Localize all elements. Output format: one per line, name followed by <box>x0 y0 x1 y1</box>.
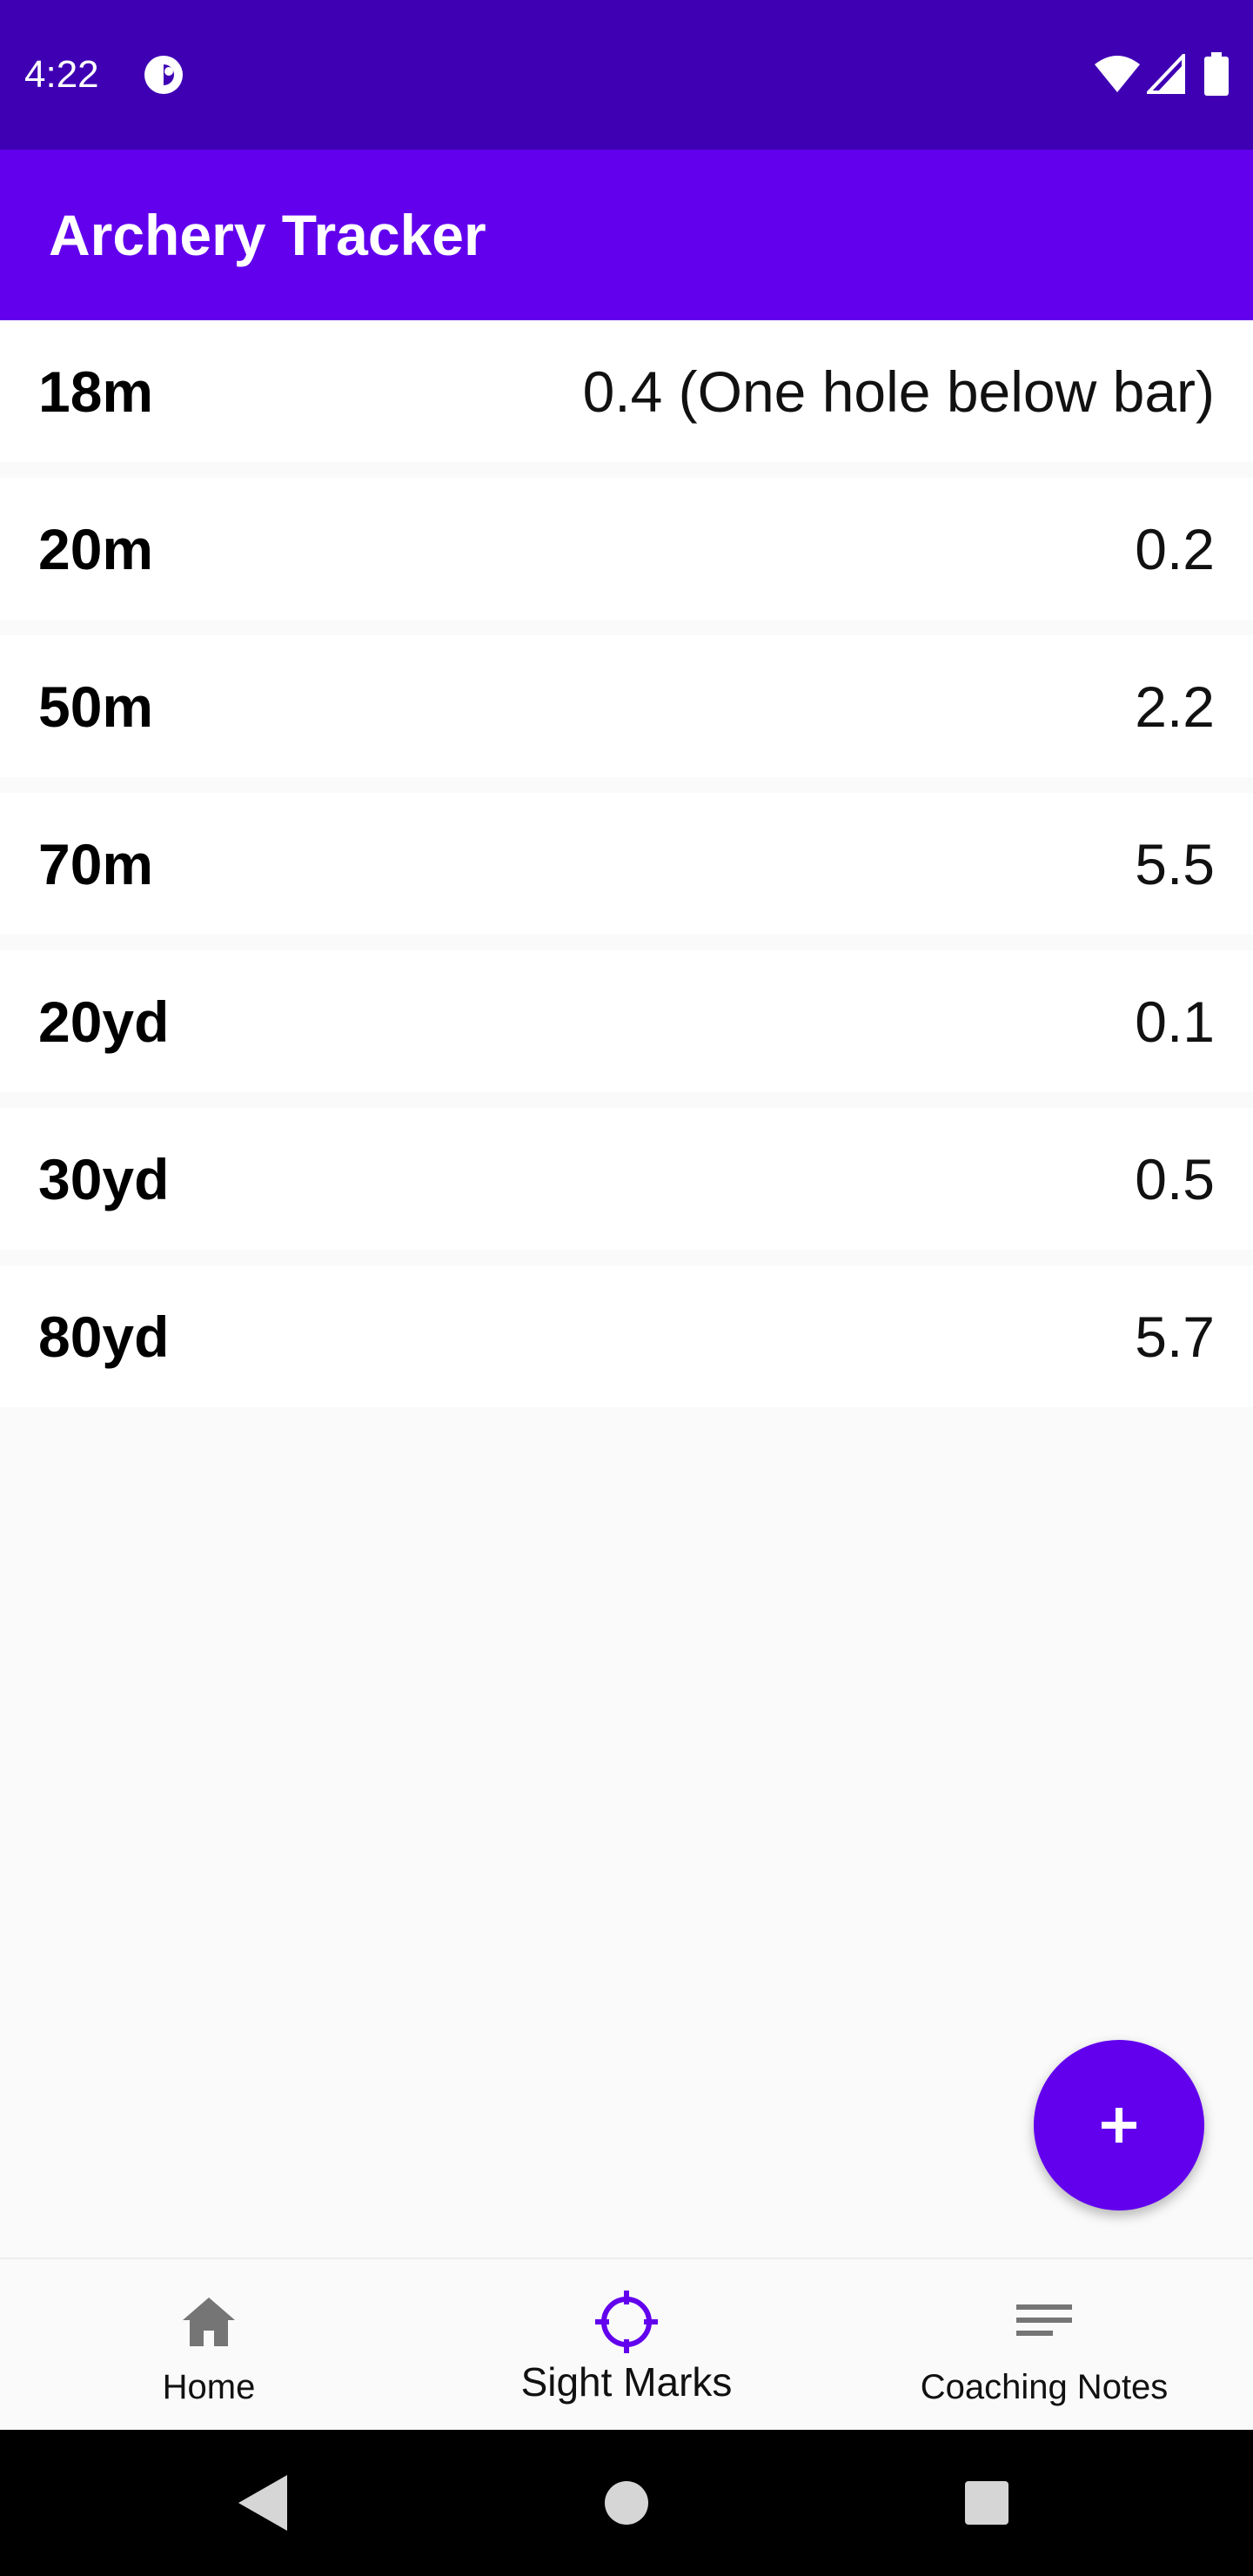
sight-mark-distance: 30yd <box>38 1147 170 1211</box>
sight-mark-distance: 18m <box>38 359 154 424</box>
system-navigation-bar <box>0 2430 1253 2576</box>
plus-icon <box>1102 2108 1136 2143</box>
status-bar: 4:22 <box>0 0 1253 150</box>
home-circle-icon[interactable] <box>604 2480 649 2526</box>
sight-mark-distance: 20m <box>38 517 154 581</box>
sight-mark-row[interactable]: 50m 2.2 <box>0 635 1253 777</box>
battery-icon <box>1204 52 1229 96</box>
sight-mark-value: 2.2 <box>1135 674 1215 739</box>
sight-mark-distance: 20yd <box>38 989 170 1054</box>
sight-mark-value: 5.7 <box>1135 1305 1215 1369</box>
sight-mark-value: 0.4 (One hole below bar) <box>582 359 1215 424</box>
sight-mark-row[interactable]: 30yd 0.5 <box>0 1108 1253 1250</box>
add-sight-mark-button[interactable] <box>1034 2040 1204 2210</box>
cell-signal-icon <box>1147 54 1185 94</box>
sight-mark-row[interactable]: 80yd 5.7 <box>0 1265 1253 1407</box>
home-icon <box>183 2298 235 2346</box>
nav-label-coaching-notes: Coaching Notes <box>920 2368 1169 2406</box>
nav-item-coaching-notes[interactable]: Coaching Notes <box>835 2259 1253 2432</box>
bottom-navigation: Home Sight Marks Coaching Notes <box>0 2257 1253 2432</box>
app-bar: Archery Tracker <box>0 150 1253 320</box>
nav-item-home[interactable]: Home <box>0 2259 418 2432</box>
wifi-icon <box>1095 56 1140 92</box>
sight-mark-distance: 50m <box>38 674 154 739</box>
crosshair-icon <box>595 2291 658 2353</box>
notes-icon <box>1016 2304 1072 2336</box>
sight-marks-list: 18m 0.4 (One hole below bar) 20m 0.2 50m… <box>0 320 1253 1423</box>
sight-mark-distance: 80yd <box>38 1305 170 1369</box>
nav-label-home: Home <box>162 2368 256 2406</box>
nav-label-sight-marks: Sight Marks <box>520 2359 733 2405</box>
status-time: 4:22 <box>24 53 99 96</box>
sight-mark-value: 0.5 <box>1135 1147 1215 1211</box>
recents-square-icon[interactable] <box>964 2480 1009 2526</box>
sight-mark-row[interactable]: 20m 0.2 <box>0 478 1253 620</box>
back-triangle-icon[interactable] <box>235 2473 291 2532</box>
sight-mark-row[interactable]: 20yd 0.1 <box>0 950 1253 1092</box>
sight-mark-value: 0.1 <box>1135 989 1215 1054</box>
app-title: Archery Tracker <box>49 203 486 267</box>
nav-item-sight-marks[interactable]: Sight Marks <box>418 2259 835 2432</box>
sight-mark-row[interactable]: 70m 5.5 <box>0 793 1253 935</box>
sight-mark-value: 5.5 <box>1135 832 1215 896</box>
sight-mark-distance: 70m <box>38 832 154 896</box>
sight-mark-row[interactable]: 18m 0.4 (One hole below bar) <box>0 320 1253 462</box>
circle-app-icon <box>144 56 183 94</box>
sight-mark-value: 0.2 <box>1135 517 1215 581</box>
